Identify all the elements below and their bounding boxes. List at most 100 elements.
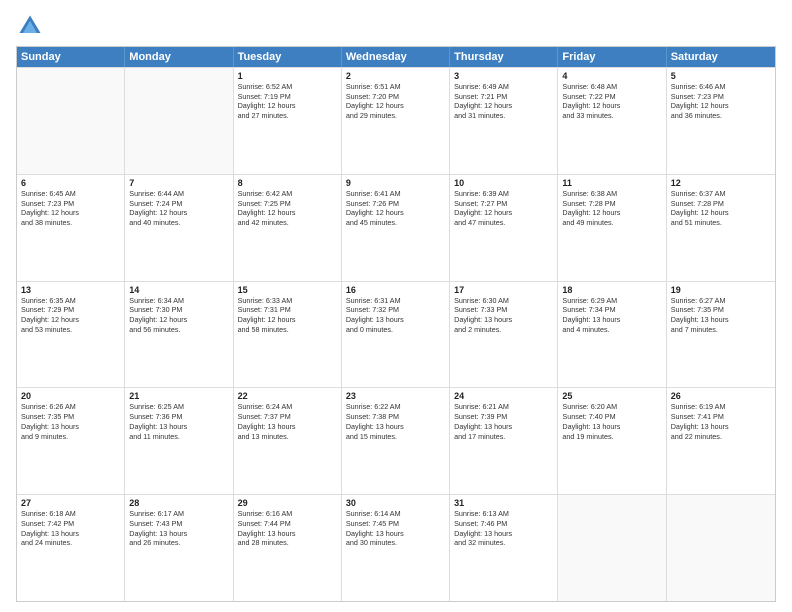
cell-text: Sunrise: 6:45 AM Sunset: 7:23 PM Dayligh…	[21, 189, 120, 228]
day-number: 10	[454, 178, 553, 188]
day-number: 17	[454, 285, 553, 295]
cell-text: Sunrise: 6:21 AM Sunset: 7:39 PM Dayligh…	[454, 402, 553, 441]
cell-text: Sunrise: 6:29 AM Sunset: 7:34 PM Dayligh…	[562, 296, 661, 335]
day-number: 7	[129, 178, 228, 188]
day-number: 20	[21, 391, 120, 401]
calendar-header-cell: Friday	[558, 47, 666, 67]
cell-text: Sunrise: 6:14 AM Sunset: 7:45 PM Dayligh…	[346, 509, 445, 548]
calendar-header-cell: Wednesday	[342, 47, 450, 67]
cell-text: Sunrise: 6:41 AM Sunset: 7:26 PM Dayligh…	[346, 189, 445, 228]
cell-text: Sunrise: 6:16 AM Sunset: 7:44 PM Dayligh…	[238, 509, 337, 548]
day-number: 2	[346, 71, 445, 81]
cell-text: Sunrise: 6:48 AM Sunset: 7:22 PM Dayligh…	[562, 82, 661, 121]
calendar-cell: 13Sunrise: 6:35 AM Sunset: 7:29 PM Dayli…	[17, 282, 125, 388]
cell-text: Sunrise: 6:44 AM Sunset: 7:24 PM Dayligh…	[129, 189, 228, 228]
day-number: 16	[346, 285, 445, 295]
calendar-header-cell: Thursday	[450, 47, 558, 67]
calendar-body: 1Sunrise: 6:52 AM Sunset: 7:19 PM Daylig…	[17, 67, 775, 601]
day-number: 1	[238, 71, 337, 81]
calendar-cell: 2Sunrise: 6:51 AM Sunset: 7:20 PM Daylig…	[342, 68, 450, 174]
calendar-header-cell: Saturday	[667, 47, 775, 67]
calendar-header-cell: Tuesday	[234, 47, 342, 67]
calendar-cell: 30Sunrise: 6:14 AM Sunset: 7:45 PM Dayli…	[342, 495, 450, 601]
cell-text: Sunrise: 6:42 AM Sunset: 7:25 PM Dayligh…	[238, 189, 337, 228]
calendar-cell: 14Sunrise: 6:34 AM Sunset: 7:30 PM Dayli…	[125, 282, 233, 388]
cell-text: Sunrise: 6:17 AM Sunset: 7:43 PM Dayligh…	[129, 509, 228, 548]
calendar-cell	[667, 495, 775, 601]
calendar-cell: 12Sunrise: 6:37 AM Sunset: 7:28 PM Dayli…	[667, 175, 775, 281]
day-number: 18	[562, 285, 661, 295]
cell-text: Sunrise: 6:51 AM Sunset: 7:20 PM Dayligh…	[346, 82, 445, 121]
calendar-cell: 18Sunrise: 6:29 AM Sunset: 7:34 PM Dayli…	[558, 282, 666, 388]
calendar-row: 1Sunrise: 6:52 AM Sunset: 7:19 PM Daylig…	[17, 67, 775, 174]
day-number: 9	[346, 178, 445, 188]
cell-text: Sunrise: 6:39 AM Sunset: 7:27 PM Dayligh…	[454, 189, 553, 228]
cell-text: Sunrise: 6:37 AM Sunset: 7:28 PM Dayligh…	[671, 189, 771, 228]
calendar-row: 13Sunrise: 6:35 AM Sunset: 7:29 PM Dayli…	[17, 281, 775, 388]
day-number: 31	[454, 498, 553, 508]
calendar-row: 6Sunrise: 6:45 AM Sunset: 7:23 PM Daylig…	[17, 174, 775, 281]
logo	[16, 12, 48, 40]
calendar-cell: 23Sunrise: 6:22 AM Sunset: 7:38 PM Dayli…	[342, 388, 450, 494]
cell-text: Sunrise: 6:19 AM Sunset: 7:41 PM Dayligh…	[671, 402, 771, 441]
day-number: 6	[21, 178, 120, 188]
cell-text: Sunrise: 6:30 AM Sunset: 7:33 PM Dayligh…	[454, 296, 553, 335]
cell-text: Sunrise: 6:22 AM Sunset: 7:38 PM Dayligh…	[346, 402, 445, 441]
day-number: 12	[671, 178, 771, 188]
day-number: 21	[129, 391, 228, 401]
calendar-header: SundayMondayTuesdayWednesdayThursdayFrid…	[17, 47, 775, 67]
calendar-cell: 4Sunrise: 6:48 AM Sunset: 7:22 PM Daylig…	[558, 68, 666, 174]
day-number: 27	[21, 498, 120, 508]
cell-text: Sunrise: 6:49 AM Sunset: 7:21 PM Dayligh…	[454, 82, 553, 121]
cell-text: Sunrise: 6:25 AM Sunset: 7:36 PM Dayligh…	[129, 402, 228, 441]
calendar-cell: 8Sunrise: 6:42 AM Sunset: 7:25 PM Daylig…	[234, 175, 342, 281]
calendar-cell: 17Sunrise: 6:30 AM Sunset: 7:33 PM Dayli…	[450, 282, 558, 388]
day-number: 26	[671, 391, 771, 401]
day-number: 23	[346, 391, 445, 401]
calendar-cell: 7Sunrise: 6:44 AM Sunset: 7:24 PM Daylig…	[125, 175, 233, 281]
day-number: 5	[671, 71, 771, 81]
cell-text: Sunrise: 6:33 AM Sunset: 7:31 PM Dayligh…	[238, 296, 337, 335]
day-number: 24	[454, 391, 553, 401]
calendar-cell	[17, 68, 125, 174]
calendar-cell	[558, 495, 666, 601]
cell-text: Sunrise: 6:46 AM Sunset: 7:23 PM Dayligh…	[671, 82, 771, 121]
calendar-cell: 31Sunrise: 6:13 AM Sunset: 7:46 PM Dayli…	[450, 495, 558, 601]
calendar-header-cell: Monday	[125, 47, 233, 67]
day-number: 22	[238, 391, 337, 401]
calendar-cell: 16Sunrise: 6:31 AM Sunset: 7:32 PM Dayli…	[342, 282, 450, 388]
cell-text: Sunrise: 6:18 AM Sunset: 7:42 PM Dayligh…	[21, 509, 120, 548]
page: SundayMondayTuesdayWednesdayThursdayFrid…	[0, 0, 792, 612]
calendar: SundayMondayTuesdayWednesdayThursdayFrid…	[16, 46, 776, 602]
calendar-cell: 11Sunrise: 6:38 AM Sunset: 7:28 PM Dayli…	[558, 175, 666, 281]
calendar-cell: 5Sunrise: 6:46 AM Sunset: 7:23 PM Daylig…	[667, 68, 775, 174]
cell-text: Sunrise: 6:52 AM Sunset: 7:19 PM Dayligh…	[238, 82, 337, 121]
calendar-cell: 27Sunrise: 6:18 AM Sunset: 7:42 PM Dayli…	[17, 495, 125, 601]
cell-text: Sunrise: 6:34 AM Sunset: 7:30 PM Dayligh…	[129, 296, 228, 335]
day-number: 30	[346, 498, 445, 508]
cell-text: Sunrise: 6:27 AM Sunset: 7:35 PM Dayligh…	[671, 296, 771, 335]
day-number: 15	[238, 285, 337, 295]
cell-text: Sunrise: 6:26 AM Sunset: 7:35 PM Dayligh…	[21, 402, 120, 441]
calendar-row: 20Sunrise: 6:26 AM Sunset: 7:35 PM Dayli…	[17, 387, 775, 494]
header	[16, 12, 776, 40]
cell-text: Sunrise: 6:20 AM Sunset: 7:40 PM Dayligh…	[562, 402, 661, 441]
calendar-cell: 28Sunrise: 6:17 AM Sunset: 7:43 PM Dayli…	[125, 495, 233, 601]
day-number: 8	[238, 178, 337, 188]
calendar-cell: 24Sunrise: 6:21 AM Sunset: 7:39 PM Dayli…	[450, 388, 558, 494]
cell-text: Sunrise: 6:24 AM Sunset: 7:37 PM Dayligh…	[238, 402, 337, 441]
cell-text: Sunrise: 6:31 AM Sunset: 7:32 PM Dayligh…	[346, 296, 445, 335]
calendar-cell	[125, 68, 233, 174]
calendar-row: 27Sunrise: 6:18 AM Sunset: 7:42 PM Dayli…	[17, 494, 775, 601]
calendar-cell: 9Sunrise: 6:41 AM Sunset: 7:26 PM Daylig…	[342, 175, 450, 281]
calendar-header-cell: Sunday	[17, 47, 125, 67]
calendar-cell: 29Sunrise: 6:16 AM Sunset: 7:44 PM Dayli…	[234, 495, 342, 601]
day-number: 13	[21, 285, 120, 295]
day-number: 4	[562, 71, 661, 81]
calendar-cell: 6Sunrise: 6:45 AM Sunset: 7:23 PM Daylig…	[17, 175, 125, 281]
day-number: 25	[562, 391, 661, 401]
calendar-cell: 10Sunrise: 6:39 AM Sunset: 7:27 PM Dayli…	[450, 175, 558, 281]
cell-text: Sunrise: 6:35 AM Sunset: 7:29 PM Dayligh…	[21, 296, 120, 335]
calendar-cell: 20Sunrise: 6:26 AM Sunset: 7:35 PM Dayli…	[17, 388, 125, 494]
calendar-cell: 15Sunrise: 6:33 AM Sunset: 7:31 PM Dayli…	[234, 282, 342, 388]
